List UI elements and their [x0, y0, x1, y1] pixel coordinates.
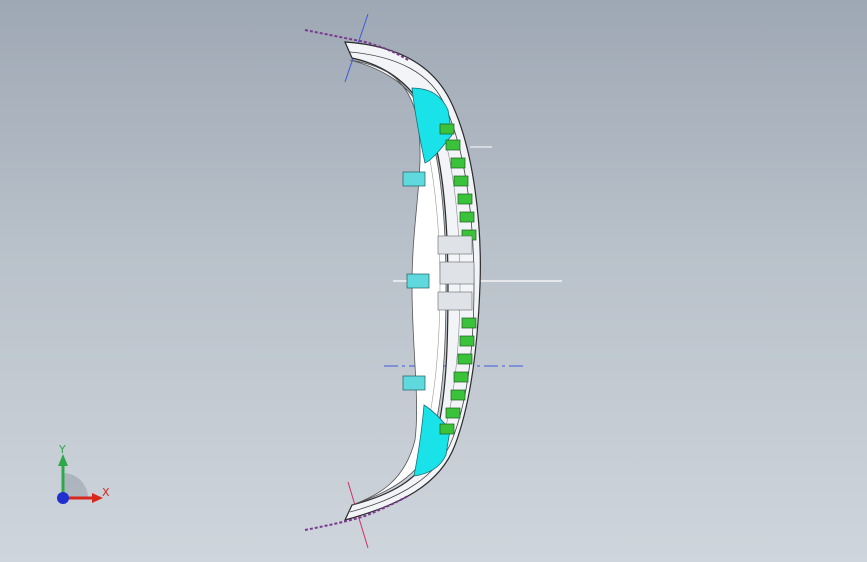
- cad-graphics-viewport[interactable]: Y X: [0, 0, 867, 562]
- x-axis-label: X: [102, 486, 110, 499]
- axis-triad: Y X: [48, 438, 118, 510]
- bumper-model-view[interactable]: [0, 0, 867, 562]
- y-axis-label: Y: [59, 443, 66, 456]
- center-mounting-boxes: [437, 235, 475, 311]
